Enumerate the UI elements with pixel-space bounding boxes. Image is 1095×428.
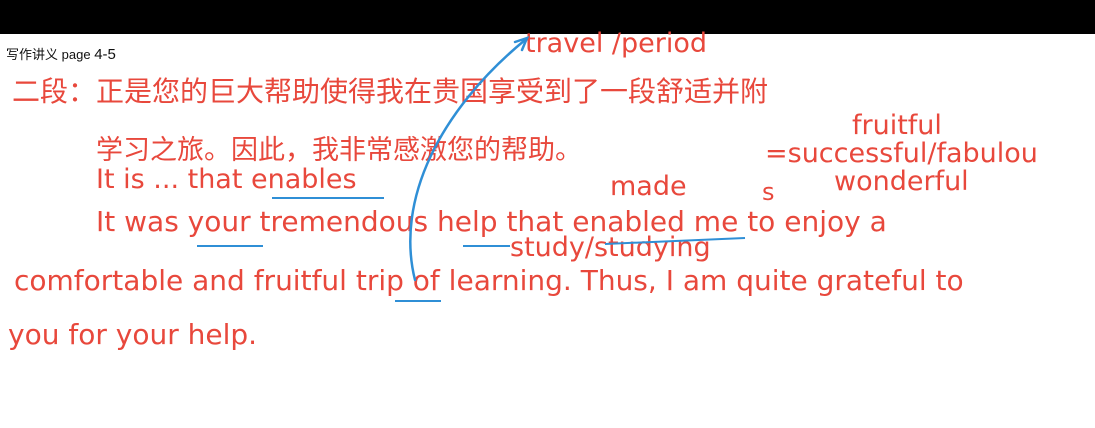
ink-underline-enabled bbox=[604, 237, 746, 245]
handwriting-ink-layer bbox=[197, 35, 746, 302]
ink-arrow-to-travel bbox=[409, 38, 527, 282]
